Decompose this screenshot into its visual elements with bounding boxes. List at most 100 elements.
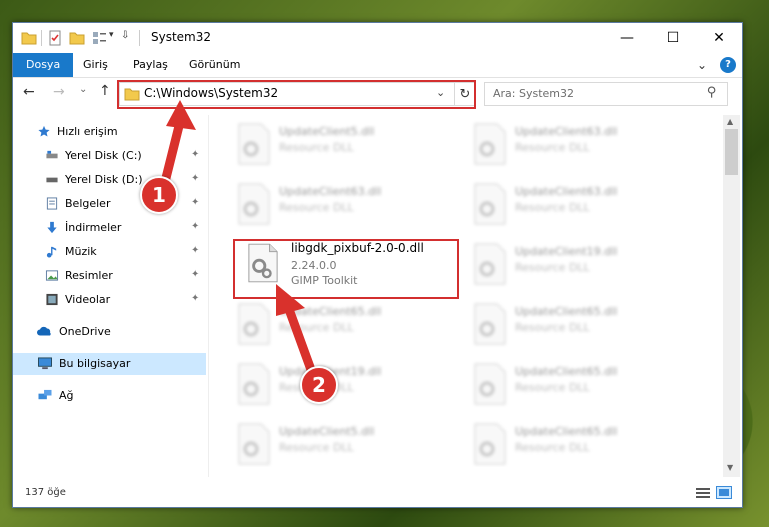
pin-icon[interactable]: ✦ bbox=[191, 149, 199, 160]
file-name: UpdateClient19.dll bbox=[515, 245, 618, 258]
pane-divider bbox=[208, 115, 209, 477]
file-description: Resource DLL bbox=[515, 201, 590, 214]
list-item[interactable]: UpdateClient65.dll Resource DLL bbox=[473, 359, 683, 411]
file-name: UpdateClient65.dll bbox=[279, 305, 382, 318]
music-icon bbox=[46, 246, 57, 258]
file-name: UpdateClient65.dll bbox=[515, 365, 618, 378]
sidebar-item-label: Hızlı erişim bbox=[57, 125, 118, 138]
sidebar-item-disk-d[interactable]: Yerel Disk (D:) ✦ bbox=[13, 169, 206, 191]
quick-access-dropdown-icon[interactable]: ⇩ bbox=[121, 30, 129, 46]
ribbon-expand-icon[interactable]: ⌄ bbox=[697, 53, 707, 77]
file-name: UpdateClient63.dll bbox=[515, 125, 618, 138]
file-highlight-box bbox=[233, 239, 459, 299]
list-item[interactable]: UpdateClient19.dll Resource DLL bbox=[237, 359, 447, 411]
help-icon[interactable]: ? bbox=[720, 57, 736, 73]
dll-file-icon bbox=[238, 423, 270, 465]
list-item[interactable]: UpdateClient63.dll Resource DLL bbox=[473, 119, 683, 171]
search-placeholder: Ara: System32 bbox=[493, 87, 575, 100]
forward-icon[interactable]: → bbox=[53, 84, 65, 100]
dll-file-icon bbox=[474, 423, 506, 465]
star-icon bbox=[38, 125, 50, 137]
file-description: Resource DLL bbox=[515, 441, 590, 454]
view-options-icon[interactable] bbox=[91, 30, 107, 46]
close-button[interactable]: ✕ bbox=[696, 23, 742, 53]
file-description: Resource DLL bbox=[279, 441, 354, 454]
list-item[interactable]: UpdateClient19.dll Resource DLL bbox=[473, 239, 683, 291]
new-folder-icon[interactable] bbox=[69, 30, 85, 46]
dll-file-icon bbox=[474, 243, 506, 285]
sidebar-item-disk-c[interactable]: Yerel Disk (C:) ✦ bbox=[13, 145, 206, 167]
file-description: Resource DLL bbox=[515, 141, 590, 154]
file-description: Resource DLL bbox=[279, 321, 354, 334]
tab-gorunum[interactable]: Görünüm bbox=[189, 53, 240, 77]
file-name: UpdateClient65.dll bbox=[515, 425, 618, 438]
dll-file-icon bbox=[474, 183, 506, 225]
sidebar-item-label: Belgeler bbox=[65, 197, 111, 210]
tab-dosya[interactable]: Dosya bbox=[13, 53, 74, 77]
network-icon bbox=[38, 389, 52, 400]
minimize-button[interactable]: — bbox=[604, 23, 650, 53]
file-description: Resource DLL bbox=[279, 141, 354, 154]
file-name: UpdateClient5.dll bbox=[279, 125, 375, 138]
dll-file-icon bbox=[474, 123, 506, 165]
sidebar-item-label: Videolar bbox=[65, 293, 111, 306]
sidebar-item-videolar[interactable]: Videolar ✦ bbox=[13, 289, 206, 311]
large-icons-view-icon[interactable] bbox=[716, 486, 732, 499]
list-item[interactable]: UpdateClient65.dll Resource DLL bbox=[237, 299, 447, 351]
up-icon[interactable]: ↑ bbox=[99, 83, 111, 99]
file-name: UpdateClient5.dll bbox=[279, 425, 375, 438]
details-view-icon[interactable] bbox=[696, 487, 710, 499]
properties-icon[interactable] bbox=[47, 30, 63, 46]
cloud-icon bbox=[37, 326, 51, 336]
dll-file-icon bbox=[238, 303, 270, 345]
pin-icon[interactable]: ✦ bbox=[191, 245, 199, 256]
list-item[interactable]: UpdateClient5.dll Resource DLL bbox=[237, 119, 447, 171]
sidebar-item-resimler[interactable]: Resimler ✦ bbox=[13, 265, 206, 287]
sidebar-item-label: Müzik bbox=[65, 245, 97, 258]
sidebar-item-label: Resimler bbox=[65, 269, 113, 282]
list-item[interactable]: UpdateClient5.dll Resource DLL bbox=[237, 419, 447, 467]
sidebar-item-label: İndirmeler bbox=[65, 221, 122, 234]
sidebar-item-label: OneDrive bbox=[59, 325, 111, 338]
scrollbar-thumb[interactable] bbox=[725, 129, 738, 175]
pin-icon[interactable]: ✦ bbox=[191, 221, 199, 232]
scroll-up-icon[interactable]: ▲ bbox=[727, 117, 733, 126]
video-icon bbox=[46, 293, 58, 306]
folder-icon bbox=[21, 32, 37, 45]
drive-icon bbox=[46, 150, 58, 159]
item-count: 137 öğe bbox=[25, 487, 66, 498]
step-2-badge: 2 bbox=[300, 366, 338, 404]
dll-file-icon bbox=[474, 363, 506, 405]
sidebar-item-bu-bilgisayar[interactable]: Bu bilgisayar bbox=[13, 353, 206, 375]
pin-icon[interactable]: ✦ bbox=[191, 293, 199, 304]
list-item[interactable]: UpdateClient63.dll Resource DLL bbox=[237, 179, 447, 231]
dll-file-icon bbox=[238, 363, 270, 405]
separator bbox=[139, 30, 140, 46]
recent-locations-icon[interactable]: ⌄ bbox=[79, 84, 87, 95]
list-item[interactable]: UpdateClient65.dll Resource DLL bbox=[473, 299, 683, 351]
pin-icon[interactable]: ✦ bbox=[191, 269, 199, 280]
back-icon[interactable]: ← bbox=[23, 84, 35, 100]
maximize-button[interactable]: ☐ bbox=[650, 23, 696, 53]
list-item[interactable]: UpdateClient65.dll Resource DLL bbox=[473, 419, 683, 467]
drive-icon bbox=[46, 177, 58, 183]
pin-icon[interactable]: ✦ bbox=[191, 197, 199, 208]
dll-file-icon bbox=[238, 123, 270, 165]
sidebar-item-label: Yerel Disk (D:) bbox=[65, 173, 143, 186]
scroll-down-icon[interactable]: ▼ bbox=[727, 463, 733, 472]
sidebar-item-indirmeler[interactable]: İndirmeler ✦ bbox=[13, 217, 206, 239]
search-box[interactable]: Ara: System32 ⚲ bbox=[484, 82, 728, 106]
sidebar-item-ag[interactable]: Ağ bbox=[13, 385, 206, 407]
list-item[interactable]: UpdateClient63.dll Resource DLL bbox=[473, 179, 683, 231]
navigation-pane: Hızlı erişim Yerel Disk (C:) ✦ Yerel Dis… bbox=[13, 115, 206, 467]
vertical-scrollbar[interactable]: ▲ ▼ bbox=[723, 115, 740, 477]
sidebar-item-muzik[interactable]: Müzik ✦ bbox=[13, 241, 206, 263]
tab-giris[interactable]: Giriş bbox=[83, 53, 108, 77]
ribbon-tabs: Dosya Giriş Paylaş Görünüm ⌄ ? bbox=[13, 53, 742, 78]
tab-paylas[interactable]: Paylaş bbox=[133, 53, 168, 77]
pin-icon[interactable]: ✦ bbox=[191, 173, 199, 184]
sidebar-item-quick-access[interactable]: Hızlı erişim bbox=[13, 121, 206, 143]
file-name: UpdateClient65.dll bbox=[515, 305, 618, 318]
customize-dropdown-icon[interactable]: ▾ bbox=[109, 30, 114, 46]
sidebar-item-onedrive[interactable]: OneDrive bbox=[13, 321, 206, 343]
